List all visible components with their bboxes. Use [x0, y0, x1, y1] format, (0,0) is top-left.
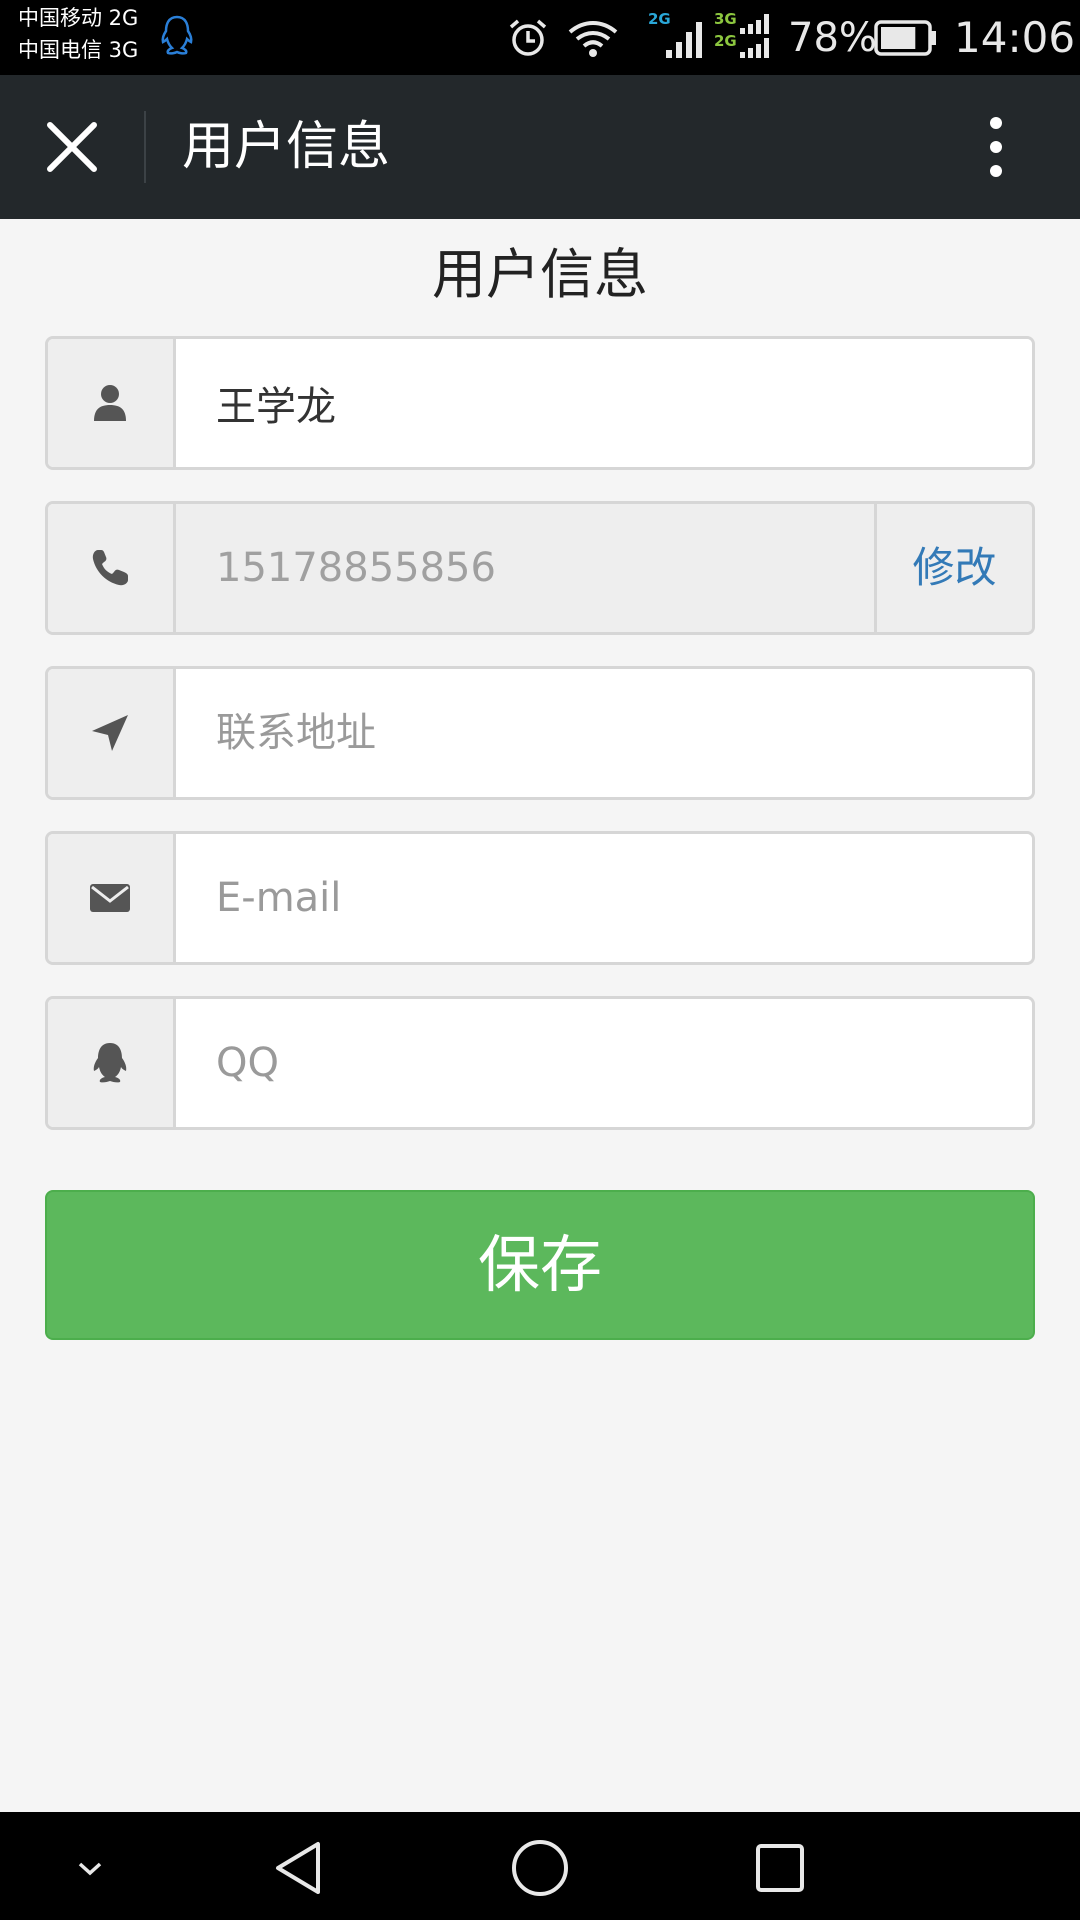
battery-fill: [881, 27, 916, 49]
phone-row: 修改: [45, 501, 1035, 635]
qq-row: [45, 996, 1035, 1130]
address-row: [45, 666, 1035, 800]
toolbar-divider: [144, 111, 146, 183]
network-2b-label: 2G: [714, 32, 737, 50]
location-arrow-icon: [92, 715, 128, 751]
email-addon: [48, 834, 176, 962]
address-addon: [48, 669, 176, 797]
email-row: [45, 831, 1035, 965]
alarm-icon: [509, 19, 547, 56]
close-icon: [47, 122, 97, 172]
signal-2g-icon: 2G: [648, 10, 702, 58]
battery-percent: 78%: [788, 15, 877, 61]
more-options-button[interactable]: [964, 111, 1028, 183]
close-button[interactable]: [30, 111, 114, 183]
carrier-2: 中国电信 3G: [18, 38, 139, 62]
toolbar-title: 用户信息: [182, 117, 391, 177]
chevron-down-icon[interactable]: [58, 1836, 122, 1900]
name-input[interactable]: [176, 339, 1032, 467]
recent-square-icon[interactable]: [748, 1836, 812, 1900]
name-row: [45, 336, 1035, 470]
navigation-bar: [0, 1812, 1080, 1920]
email-input[interactable]: [176, 834, 1032, 962]
more-vertical-icon: [990, 117, 1002, 177]
network-2a-label: 3G: [714, 10, 737, 28]
status-bar: 中国移动 2G 中国电信 3G 2G 3G 2G 78% 14:06: [0, 0, 1080, 75]
address-input[interactable]: [176, 669, 1032, 797]
page-title: 用户信息: [432, 243, 648, 306]
save-button[interactable]: 保存: [45, 1190, 1035, 1340]
battery-icon: [874, 20, 936, 56]
home-circle-icon[interactable]: [508, 1836, 572, 1900]
qq-icon: [161, 15, 193, 55]
phone-addon: [48, 504, 176, 632]
phone-icon: [92, 550, 128, 586]
network-1-label: 2G: [648, 10, 671, 28]
qq-addon: [48, 999, 176, 1127]
signal-3g-icon: 3G 2G: [714, 10, 769, 58]
name-addon: [48, 339, 176, 467]
user-icon: [94, 385, 126, 421]
qq-icon: [93, 1043, 127, 1083]
edit-phone-button[interactable]: 修改: [874, 504, 1032, 632]
app-toolbar: 用户信息: [0, 75, 1080, 219]
back-triangle-icon[interactable]: [268, 1836, 332, 1900]
clock: 14:06: [954, 13, 1076, 62]
envelope-icon: [90, 884, 130, 912]
phone-input[interactable]: [176, 504, 874, 632]
carrier-1: 中国移动 2G: [18, 6, 139, 30]
qq-input[interactable]: [176, 999, 1032, 1127]
wifi-icon: [568, 21, 618, 57]
